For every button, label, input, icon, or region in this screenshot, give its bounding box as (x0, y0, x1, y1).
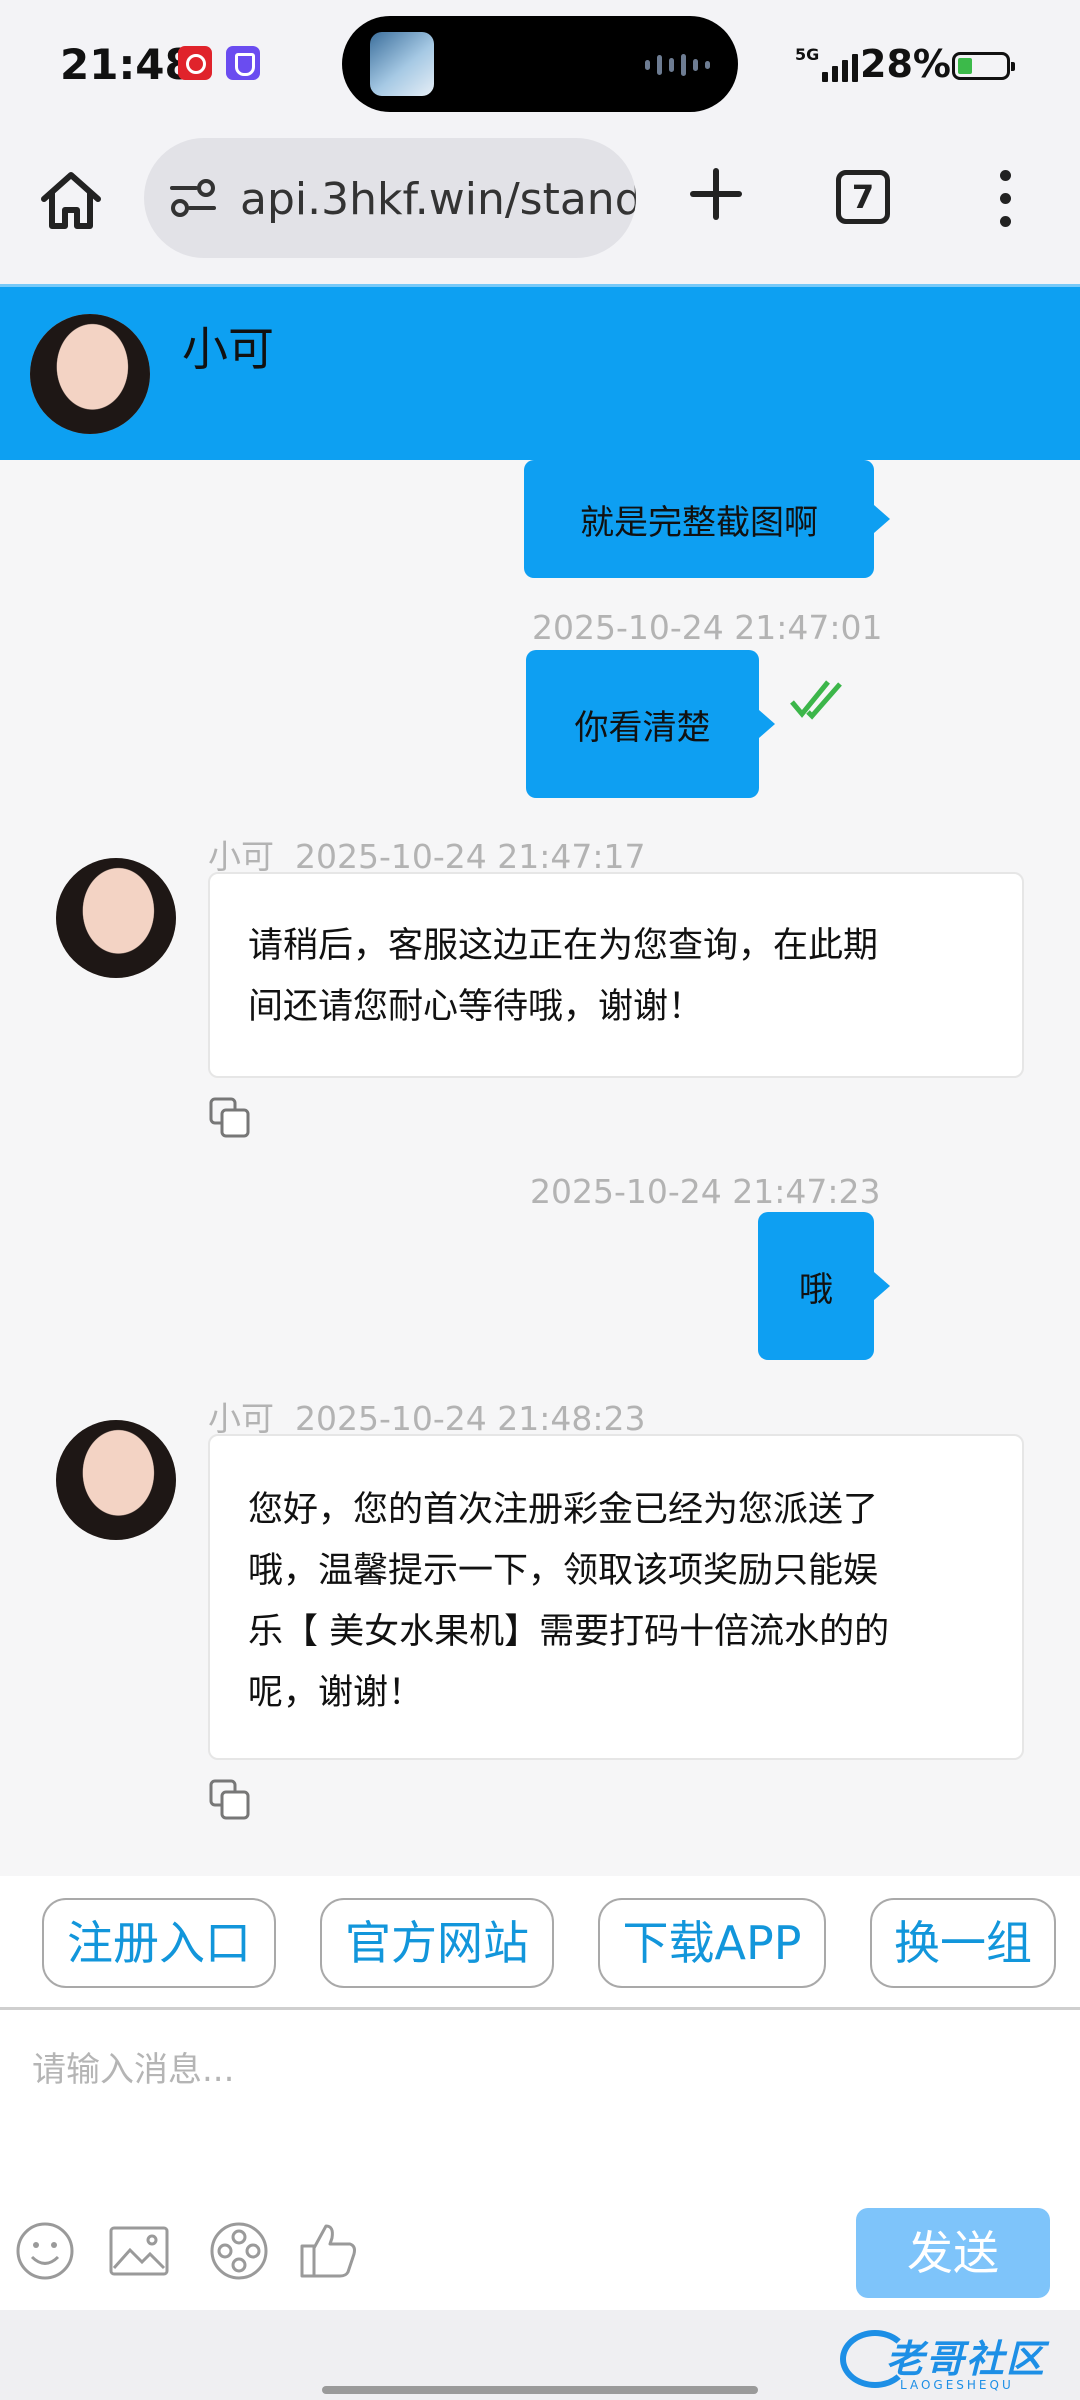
sender-name: 小可 (208, 1399, 274, 1438)
message-line: 间还请您耐心等待哦，谢谢！ (248, 987, 704, 1027)
emoji-icon[interactable] (14, 2220, 76, 2282)
sender-name: 小可 (208, 837, 274, 876)
address-bar[interactable]: api.3hkf.win/standard (144, 138, 636, 258)
url-text: api.3hkf.win/standard (240, 174, 636, 225)
message-sender-time: 小可 2025-10-24 21:47:17 (208, 830, 645, 878)
message-text: 哦 (799, 1269, 833, 1310)
watermark-subtext: LAOGESHEQU (900, 2378, 1014, 2392)
status-time: 21:48 (60, 40, 194, 89)
incoming-message: 您好，您的首次注册彩金已经为您派送了 哦，温馨提示一下，领取该项奖励只能娱 乐【… (208, 1434, 1024, 1760)
album-art-icon (370, 32, 434, 96)
agent-avatar (56, 858, 176, 978)
audio-wave-icon (645, 54, 710, 76)
quick-button-switch-group[interactable]: 换一组 (870, 1898, 1056, 1988)
agent-name: 小可 (182, 322, 274, 376)
message-sender-time: 小可 2025-10-24 21:48:23 (208, 1392, 645, 1440)
agent-avatar (30, 314, 150, 434)
gesture-bar-area: 老哥社区 LAOGESHEQU (0, 2310, 1080, 2400)
quick-button-download-app[interactable]: 下载APP (598, 1898, 826, 1988)
copy-icon[interactable] (208, 1778, 252, 1822)
message-line: 呢，谢谢！ (248, 1673, 424, 1713)
message-line: 请稍后，客服这边正在为您查询，在此期 (248, 926, 879, 966)
battery-icon (952, 52, 1015, 80)
message-timestamp: 2025-10-24 21:47:23 (530, 1172, 881, 1211)
signal-icon (822, 50, 858, 82)
network-type: 5G (795, 45, 820, 64)
image-icon[interactable] (108, 2220, 170, 2282)
watermark-text: 老哥社区 (886, 2337, 1047, 2381)
thumbs-up-icon[interactable] (298, 2220, 360, 2282)
message-line: 哦，温馨提示一下，领取该项奖励只能娱 (248, 1551, 879, 1591)
site-settings-icon[interactable] (168, 178, 218, 218)
send-button[interactable]: 发送 (856, 2208, 1050, 2298)
message-timestamp: 2025-10-24 21:47:17 (294, 837, 646, 876)
tab-switcher-button[interactable]: 7 (836, 170, 890, 224)
read-receipt-icon (790, 680, 842, 720)
status-bar: 21:48 5G 28% (0, 0, 1080, 130)
incoming-message: 请稍后，客服这边正在为您查询，在此期 间还请您耐心等待哦，谢谢！ (208, 872, 1024, 1078)
message-text: 就是完整截图啊 (580, 502, 818, 543)
home-indicator[interactable] (322, 2386, 758, 2394)
browser-toolbar: api.3hkf.win/standard 7 (0, 130, 1080, 284)
battery-percent: 28% (860, 42, 951, 86)
dynamic-island[interactable] (342, 16, 738, 112)
vpn-shield-icon (226, 46, 260, 80)
netease-music-icon (178, 46, 212, 80)
watermark-logo: 老哥社区 LAOGESHEQU (838, 2324, 1070, 2394)
outgoing-message: 就是完整截图啊 (524, 460, 890, 578)
outgoing-message: 哦 (758, 1212, 890, 1360)
quick-button-official-site[interactable]: 官方网站 (320, 1898, 554, 1988)
outgoing-message: 你看清楚 (526, 650, 775, 798)
chat-header: 小可 (0, 284, 1080, 460)
message-line: 您好，您的首次注册彩金已经为您派送了 (248, 1490, 879, 1530)
composer: 发送 (0, 2010, 1080, 2310)
message-input[interactable] (0, 2022, 1080, 2182)
home-icon[interactable] (36, 166, 106, 236)
message-timestamp: 2025-10-24 21:48:23 (294, 1399, 646, 1438)
overflow-menu-icon[interactable] (996, 170, 1016, 228)
quick-button-register[interactable]: 注册入口 (42, 1898, 276, 1988)
quick-reply-bar: 注册入口 官方网站 下载APP 换一组 (0, 1876, 1080, 2010)
agent-avatar (56, 1420, 176, 1540)
message-line: 乐【 美女水果机】需要打码十倍流水的的 (248, 1612, 890, 1652)
message-text: 你看清楚 (574, 707, 711, 748)
message-timestamp: 2025-10-24 21:47:01 (532, 608, 883, 647)
copy-icon[interactable] (208, 1096, 252, 1140)
video-reel-icon[interactable] (208, 2220, 270, 2282)
new-tab-plus-icon[interactable] (688, 166, 744, 222)
